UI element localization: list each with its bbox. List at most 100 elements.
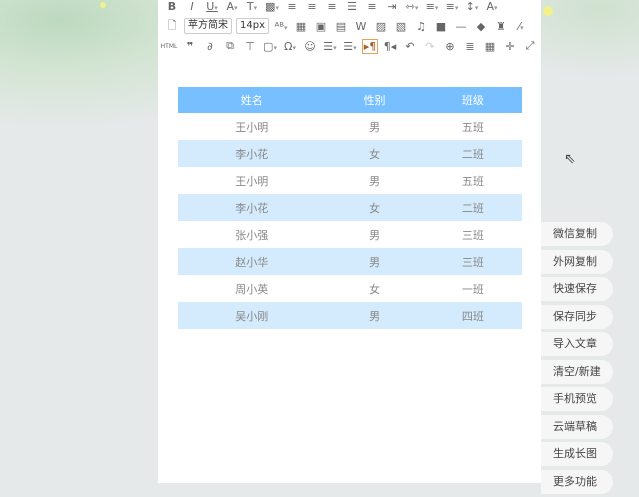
line-after-icon[interactable]: ≡ <box>444 0 460 13</box>
header-class: 班级 <box>423 87 522 113</box>
table-cell[interactable]: 五班 <box>424 113 522 140</box>
table-row: 赵小华男三班 <box>178 248 522 275</box>
table-cell[interactable]: 男 <box>325 248 424 275</box>
table-row: 吴小刚男四班 <box>178 302 522 329</box>
side-button[interactable]: 更多功能 <box>541 469 613 494</box>
table-cell[interactable]: 女 <box>325 194 424 221</box>
table-row: 王小明男五班 <box>178 167 522 194</box>
table-cell[interactable]: 女 <box>325 140 424 167</box>
table-cell[interactable]: 男 <box>325 221 423 248</box>
table-cell[interactable]: 三班 <box>424 221 522 248</box>
underline-icon[interactable]: U <box>204 0 220 13</box>
data-table: 姓名 性别 班级 王小明男五班 李小花女二班 王小明男五班 李小花女二班 张小强男三班赵… <box>178 87 522 329</box>
align-right-icon[interactable]: ≡ <box>324 0 340 13</box>
font-size-select[interactable]: 14px <box>236 18 269 34</box>
side-button[interactable]: 快速保存 <box>541 277 613 301</box>
new-doc-icon[interactable]: 🗋 <box>164 17 180 36</box>
align-distribute-icon[interactable]: ≡ <box>364 0 380 13</box>
unlink-icon[interactable]: ⧉ <box>222 39 238 53</box>
align-center-icon[interactable]: ≡ <box>304 0 320 13</box>
table-cell[interactable]: 李小花 <box>178 140 326 167</box>
mouse-cursor-icon: ⇖ <box>564 151 576 167</box>
spellcheck-icon[interactable]: ᴬᴮ <box>273 20 289 33</box>
table-cell[interactable]: 李小花 <box>178 194 326 221</box>
table-cell[interactable]: 男 <box>325 113 423 140</box>
quote-icon[interactable]: ❞ <box>182 40 198 53</box>
table-cell[interactable]: 二班 <box>423 194 522 221</box>
ltr-icon[interactable]: ▸¶ <box>362 38 378 54</box>
indent-icon[interactable]: ⇥ <box>384 0 400 13</box>
picture-icon[interactable]: ▨ <box>373 20 389 33</box>
table-cell[interactable]: 一班 <box>424 275 522 302</box>
decor-dot <box>100 2 106 8</box>
video-icon[interactable]: ■ <box>433 20 449 33</box>
table-cell[interactable]: 周小英 <box>178 275 325 302</box>
table-row: 周小英女一班 <box>178 275 522 302</box>
font-size-icon[interactable]: A <box>484 0 500 13</box>
editor-panel: B I U A T ▩ ≡ ≡ ≡ ☰ ≡ ⇥ ⇿ ≡ ≡ ↕ A 🗋 苹方简宋… <box>158 0 541 483</box>
emoji-icon[interactable]: ☺ <box>302 40 318 53</box>
side-button[interactable]: 微信复制 <box>541 222 613 246</box>
search-replace-icon[interactable]: ⊕ <box>442 40 458 53</box>
side-button[interactable]: 外网复制 <box>541 249 613 274</box>
align-left-icon[interactable]: ≡ <box>284 0 300 13</box>
table-row: 王小明男五班 <box>178 113 522 140</box>
side-button[interactable]: 导入文章 <box>541 332 613 356</box>
toolbar-row-1: B I U A T ▩ ≡ ≡ ≡ ☰ ≡ ⇥ ⇿ ≡ ≡ ↕ A <box>164 0 504 16</box>
magic-wand-icon[interactable]: ⁄ <box>513 20 529 33</box>
gallery-icon[interactable]: ▧ <box>393 20 409 33</box>
table-cell[interactable]: 吴小刚 <box>178 302 326 329</box>
multi-image-icon[interactable]: ▤ <box>333 20 349 33</box>
side-button[interactable]: 保存同步 <box>541 304 613 329</box>
side-button-list: 微信复制外网复制快速保存保存同步导入文章清空/新建手机预览云端草稿生成长图更多功… <box>541 222 613 497</box>
music-icon[interactable]: ♫ <box>413 20 429 33</box>
table-cell[interactable]: 三班 <box>423 248 522 275</box>
text-format-icon[interactable]: T <box>244 0 260 13</box>
table-cell[interactable]: 男 <box>325 302 424 329</box>
header-name: 姓名 <box>178 87 326 113</box>
align-justify-icon[interactable]: ☰ <box>344 0 360 13</box>
side-button[interactable]: 清空/新建 <box>541 359 613 384</box>
fullscreen-icon[interactable]: ⤢ <box>522 39 538 53</box>
italic-icon[interactable]: I <box>184 0 200 13</box>
font-family-select[interactable]: 苹方简宋 <box>184 18 232 34</box>
omega-icon[interactable]: Ω <box>282 40 298 53</box>
insert-frame-icon[interactable]: ▢ <box>262 40 278 53</box>
bold-icon[interactable]: B <box>164 0 180 13</box>
move-icon[interactable]: ✛ <box>502 40 518 53</box>
template-icon[interactable]: ⊤ <box>242 40 258 53</box>
table-cell[interactable]: 王小明 <box>178 167 325 194</box>
line-before-icon[interactable]: ≡ <box>424 0 440 13</box>
side-button[interactable]: 云端草稿 <box>541 414 613 439</box>
eraser-icon[interactable]: ◆ <box>473 20 489 33</box>
table-cell[interactable]: 五班 <box>424 167 522 194</box>
spacing-icon[interactable]: ⇿ <box>404 0 420 13</box>
rtl-icon[interactable]: ¶◂ <box>382 40 398 53</box>
font-color-icon[interactable]: A <box>224 0 240 13</box>
table-icon[interactable]: ▦ <box>293 20 309 33</box>
table-cell[interactable]: 男 <box>325 167 423 194</box>
line-height-icon[interactable]: ↕ <box>464 0 480 13</box>
undo-icon[interactable]: ↶ <box>402 40 418 53</box>
table-cell[interactable]: 女 <box>325 275 423 302</box>
decor-dot <box>543 6 553 16</box>
highlight-icon[interactable]: ▩ <box>264 0 280 13</box>
side-button[interactable]: 生成长图 <box>541 442 613 466</box>
paragraph-icon[interactable]: ≣ <box>462 40 478 53</box>
table-cell[interactable]: 二班 <box>423 140 522 167</box>
table-cell[interactable]: 赵小华 <box>178 248 326 275</box>
html-icon[interactable]: HTML <box>160 43 178 50</box>
table-cell[interactable]: 四班 <box>423 302 522 329</box>
side-button[interactable]: 手机预览 <box>541 387 613 411</box>
divider-icon[interactable]: — <box>453 20 469 33</box>
link-icon[interactable]: ∂ <box>202 40 218 53</box>
ordered-list-icon[interactable]: ☰ <box>322 40 338 53</box>
preview-icon[interactable]: ▦ <box>482 40 498 53</box>
format-brush-icon[interactable]: ♜ <box>493 20 509 33</box>
image-icon[interactable]: ▣ <box>313 20 329 33</box>
table-cell[interactable]: 王小明 <box>178 113 325 140</box>
unordered-list-icon[interactable]: ☰ <box>342 40 358 53</box>
table-cell[interactable]: 张小强 <box>178 221 325 248</box>
redo-icon[interactable]: ↷ <box>422 40 438 53</box>
word-icon[interactable]: W <box>353 20 369 33</box>
